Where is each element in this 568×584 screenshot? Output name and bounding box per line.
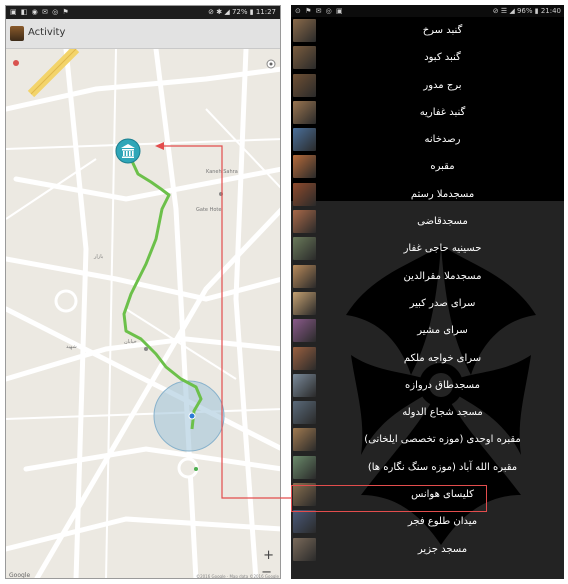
place-thumbnail — [293, 128, 316, 152]
place-list-item[interactable]: سرای مشیر — [291, 317, 564, 344]
place-name: گنبد کبود — [424, 52, 461, 64]
map-view[interactable]: Gate Hotel Kaneh Sahra بازار خیابان شهید… — [6, 49, 281, 579]
place-list-item[interactable]: حسینیه حاجی غفار — [291, 235, 564, 262]
place-thumbnail — [293, 537, 316, 561]
place-name: برج مدور — [423, 79, 462, 91]
place-name: مقبره — [430, 161, 455, 173]
place-name: حسینیه حاجی غفار — [403, 243, 482, 255]
map-attribution[interactable]: ©2016 Google · Map data ©2016 Google — [196, 574, 279, 578]
place-name: مسجدملا رستم — [410, 188, 475, 200]
place-thumbnail — [293, 401, 316, 425]
status-info: ⊘ ✱ ◢ 72% ▮ 11:27 — [208, 8, 276, 16]
place-name: مسجدطاق دروازه — [405, 379, 480, 391]
place-thumbnail — [293, 346, 316, 370]
place-list-item[interactable]: مقبره — [291, 153, 564, 180]
place-name: گنبد سرخ — [422, 25, 463, 36]
place-list-item[interactable]: مسجدطاق دروازه — [291, 372, 564, 399]
place-thumbnail — [293, 455, 316, 479]
place-list-item[interactable]: گنبد غفاریه — [291, 99, 564, 126]
place-thumbnail — [293, 483, 316, 507]
place-thumbnail — [293, 428, 316, 452]
zoom-in-button[interactable]: + — [263, 549, 274, 562]
google-logo: Google — [9, 572, 31, 579]
place-name: سرای صدر کبیر — [409, 297, 476, 309]
place-name: مسجد جزیر — [417, 543, 468, 555]
place-list-item[interactable]: گنبد سرخ — [291, 17, 564, 44]
place-name: مسجدملا مقرالدین — [403, 270, 482, 282]
place-list-item[interactable]: میدان طلوع فجر — [291, 508, 564, 535]
place-thumbnail — [293, 373, 316, 397]
map-canvas[interactable] — [6, 49, 281, 579]
app-bar: Activity — [6, 19, 280, 49]
place-name: سرای خواجه ملکم — [403, 352, 482, 364]
place-list-item[interactable]: مسجد شجاع الدوله — [291, 399, 564, 426]
museum-marker-icon[interactable] — [115, 138, 141, 164]
place-thumbnail — [293, 46, 316, 70]
app-icon — [10, 26, 24, 41]
place-list-item[interactable]: مسجدقاضی — [291, 208, 564, 235]
status-icons: ⊙ ⚑ ✉ ◎ ▣ — [295, 7, 344, 15]
map-label: Kaneh Sahra — [206, 169, 238, 175]
place-name: مسجد شجاع الدوله — [402, 407, 483, 419]
place-thumbnail — [293, 19, 316, 42]
location-dot — [188, 412, 196, 420]
map-label: بازار — [94, 254, 104, 260]
map-label: Gate Hotel — [196, 207, 223, 213]
place-name: کلیسای هوانس — [411, 489, 474, 501]
place-thumbnail — [293, 264, 316, 288]
place-name: رصدخانه — [424, 134, 461, 146]
place-list-item[interactable]: رصدخانه — [291, 126, 564, 153]
place-list-item[interactable]: مقبره الله آباد (موزه سنگ نگاره ها) — [291, 454, 564, 481]
status-info: ⊘ ☰ ◢ 96% ▮ 21:40 — [492, 7, 561, 15]
place-list-item[interactable]: کلیسای هوانس — [291, 481, 564, 508]
place-thumbnail — [293, 210, 316, 234]
place-name: سرای مشیر — [417, 325, 468, 337]
places-list[interactable]: گنبد سرخ گنبد کبود برج مدور گنبد غفاریه رصدخ… — [291, 17, 564, 563]
map-label: خیابان — [124, 339, 137, 345]
place-name: گنبد غفاریه — [419, 106, 466, 118]
status-bar: ▣ ◧ ◉ ✉ ◎ ⚑ ⊘ ✱ ◢ 72% ▮ 11:27 — [6, 6, 280, 19]
place-thumbnail — [293, 100, 316, 124]
place-thumbnail — [293, 155, 316, 179]
place-thumbnail — [293, 291, 316, 315]
map-phone-screen: ▣ ◧ ◉ ✉ ◎ ⚑ ⊘ ✱ ◢ 72% ▮ 11:27 Activity G… — [5, 5, 281, 579]
place-name: مقبره اوحدی (موزه تخصصی ایلخانی) — [364, 434, 521, 446]
place-thumbnail — [293, 510, 316, 534]
place-thumbnail — [293, 237, 316, 261]
place-list-item[interactable]: مقبره اوحدی (موزه تخصصی ایلخانی) — [291, 426, 564, 453]
place-name: میدان طلوع فجر — [407, 516, 478, 528]
place-thumbnail — [293, 73, 316, 97]
screenshot-composite: ▣ ◧ ◉ ✉ ◎ ⚑ ⊘ ✱ ◢ 72% ▮ 11:27 Activity G… — [0, 0, 568, 584]
place-name: مسجدقاضی — [417, 216, 468, 228]
place-list-item[interactable]: مسجد جزیر — [291, 536, 564, 563]
place-list-item[interactable]: مسجدملا رستم — [291, 181, 564, 208]
list-phone-screen: ⊙ ⚑ ✉ ◎ ▣ ⊘ ☰ ◢ 96% ▮ 21:40 گنبد سرخ گنبد… — [291, 5, 564, 579]
place-list-item[interactable]: مسجدملا مقرالدین — [291, 263, 564, 290]
place-list-item[interactable]: سرای صدر کبیر — [291, 290, 564, 317]
place-list-item[interactable]: گنبد کبود — [291, 44, 564, 71]
status-bar: ⊙ ⚑ ✉ ◎ ▣ ⊘ ☰ ◢ 96% ▮ 21:40 — [291, 5, 564, 17]
place-thumbnail — [293, 319, 316, 343]
place-name: مقبره الله آباد (موزه سنگ نگاره ها) — [367, 461, 518, 473]
map-label: شهید — [66, 344, 77, 350]
status-icons: ▣ ◧ ◉ ✉ ◎ ⚑ — [10, 8, 70, 16]
place-list-item[interactable]: سرای خواجه ملکم — [291, 345, 564, 372]
place-list-item[interactable]: برج مدور — [291, 72, 564, 99]
place-thumbnail — [293, 182, 316, 206]
page-title: Activity — [28, 27, 66, 38]
